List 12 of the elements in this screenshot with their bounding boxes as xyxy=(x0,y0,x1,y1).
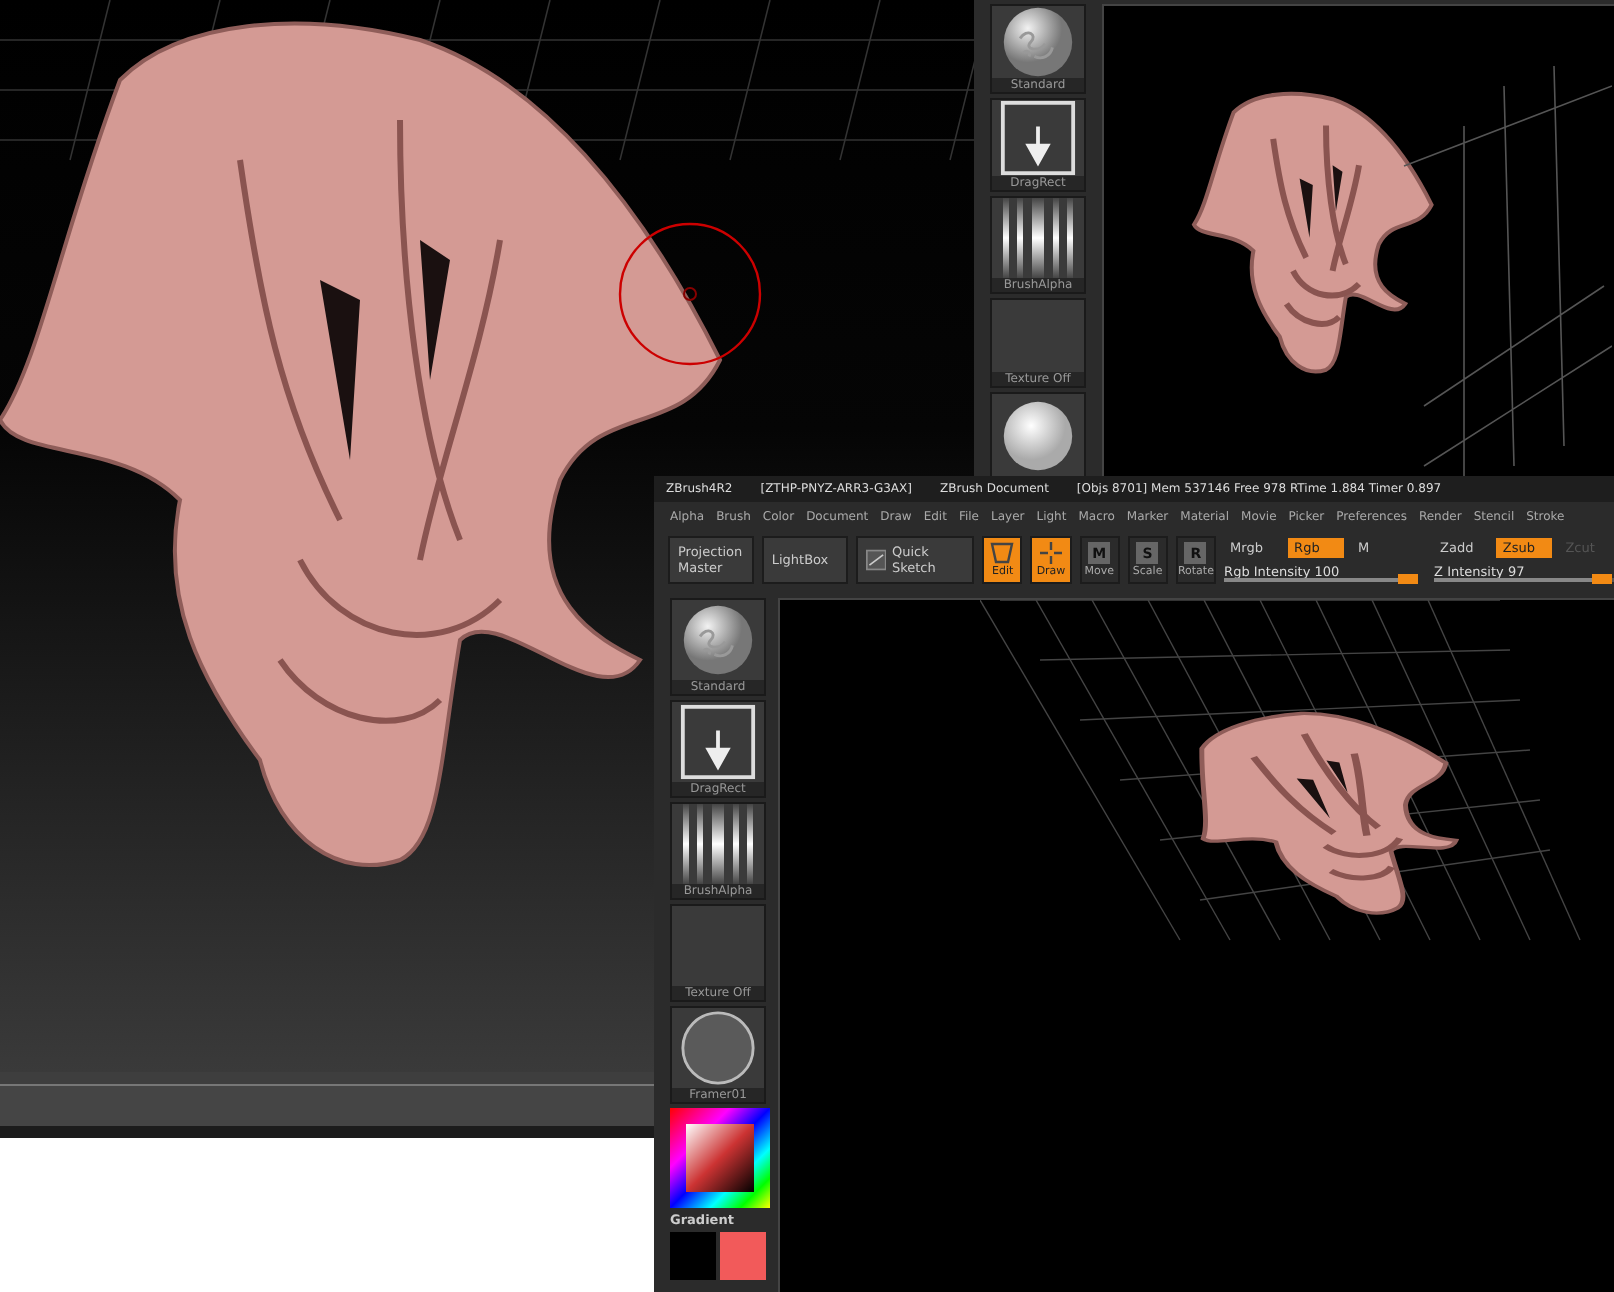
sphere-icon xyxy=(1002,6,1074,78)
brush-cursor-icon xyxy=(616,220,764,368)
color-swatch[interactable] xyxy=(670,1232,716,1280)
crosshair-icon xyxy=(1040,542,1062,564)
sketch-icon xyxy=(865,548,886,572)
color-picker[interactable] xyxy=(670,1108,770,1208)
matcap-tile-button[interactable] xyxy=(990,391,1086,480)
sphere-icon xyxy=(680,1010,756,1086)
sphere-icon xyxy=(682,604,754,676)
sphere-icon xyxy=(1002,399,1074,472)
color-swatch[interactable] xyxy=(720,1232,766,1280)
edit-icon xyxy=(990,542,1015,564)
